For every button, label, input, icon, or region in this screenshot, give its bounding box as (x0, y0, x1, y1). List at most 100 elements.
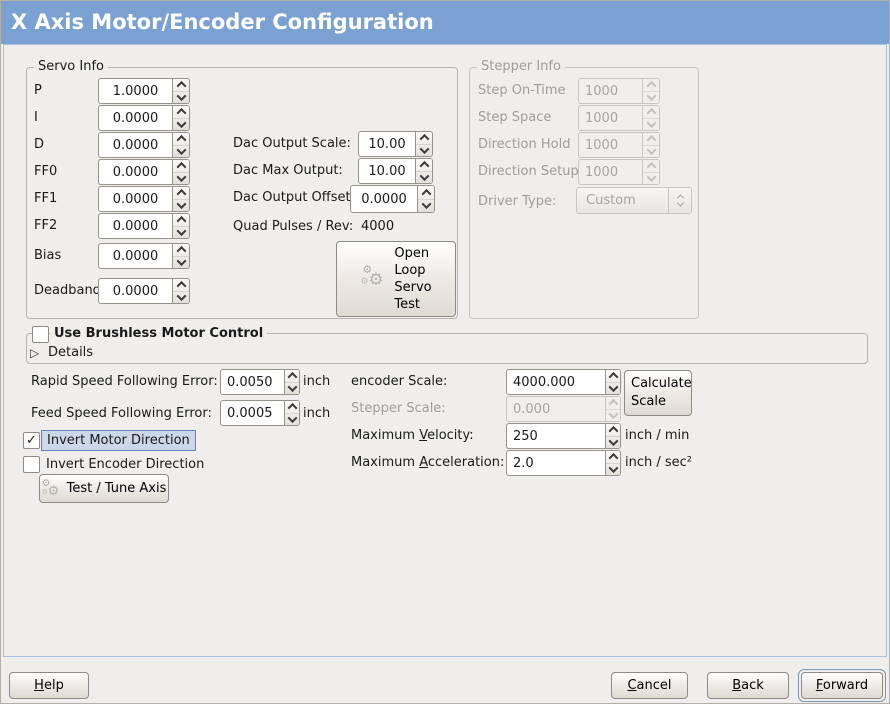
servo-info-legend: Servo Info (34, 59, 108, 75)
dac-output-scale-spinbox[interactable]: 10.00 (358, 131, 433, 157)
spin-up-icon (173, 160, 189, 173)
spin-up-icon (643, 160, 659, 173)
dac-output-offset-value[interactable]: 0.0000 (351, 186, 417, 212)
spin-down-icon (173, 200, 189, 212)
invert-motor-label[interactable]: Invert Motor Direction (41, 430, 196, 451)
feed-error-value[interactable]: 0.0005 (221, 401, 284, 425)
combo-arrows-icon (668, 188, 691, 213)
help-button[interactable]: Help (9, 672, 89, 699)
spin-up-icon (418, 186, 434, 200)
ff2-spinbox[interactable]: 0.0000 (98, 213, 190, 239)
dac-output-offset-spinbox[interactable]: 0.0000 (350, 185, 435, 213)
direction-setup-value: 1000 (579, 160, 642, 184)
encoder-scale-value[interactable]: 4000.000 (507, 370, 605, 394)
step-on-time-value: 1000 (579, 79, 642, 103)
max-velocity-label: Maximum Velocity: (351, 428, 474, 444)
step-space-value: 1000 (579, 106, 642, 130)
i-value[interactable]: 0.0000 (99, 106, 172, 130)
dac-max-output-spin-buttons[interactable] (415, 159, 432, 183)
ff1-spinbox[interactable]: 0.0000 (98, 186, 190, 212)
step-on-time-spin-buttons (642, 79, 659, 103)
quad-pulses-label: Quad Pulses / Rev: (233, 219, 353, 235)
use-brushless-label[interactable]: Use Brushless Motor Control (50, 326, 267, 342)
max-acceleration-spinbox[interactable]: 2.0 (506, 450, 621, 476)
ff2-value[interactable]: 0.0000 (99, 214, 172, 238)
p-spinbox[interactable]: 1.0000 (98, 78, 190, 104)
bias-value[interactable]: 0.0000 (99, 244, 172, 268)
max-velocity-value[interactable]: 250 (507, 424, 605, 448)
dac-max-output-value[interactable]: 10.00 (359, 159, 415, 183)
spin-down-icon (173, 92, 189, 104)
max-velocity-spin-buttons[interactable] (605, 424, 620, 448)
open-loop-servo-test-button[interactable]: ⚙ ⚙ ⚙ Open Loop Servo Test (336, 241, 456, 317)
spin-up-icon (285, 401, 299, 414)
spin-down-icon (285, 414, 299, 426)
direction-hold-spin-buttons (642, 133, 659, 157)
i-spinbox[interactable]: 0.0000 (98, 105, 190, 131)
encoder-scale-spinbox[interactable]: 4000.000 (506, 369, 621, 395)
spin-down-icon (418, 200, 434, 213)
p-spin-buttons[interactable] (172, 79, 189, 103)
deadband-spin-buttons[interactable] (172, 279, 189, 303)
test-tune-axis-button[interactable]: ⚙ ⚙ ⚙ Test / Tune Axis (39, 474, 169, 503)
dac-output-scale-spin-buttons[interactable] (415, 132, 432, 156)
rapid-error-spinbox[interactable]: 0.0050 (220, 369, 300, 395)
max-velocity-spinbox[interactable]: 250 (506, 423, 621, 449)
dac-output-offset-spin-buttons[interactable] (417, 186, 434, 212)
use-brushless-checkbox[interactable] (32, 326, 49, 343)
ff2-spin-buttons[interactable] (172, 214, 189, 238)
dac-output-scale-label: Dac Output Scale: (233, 136, 351, 152)
max-acceleration-spin-buttons[interactable] (605, 451, 620, 475)
ff0-spinbox[interactable]: 0.0000 (98, 159, 190, 185)
gears-icon: ⚙ ⚙ ⚙ (360, 264, 386, 294)
spin-up-icon (416, 159, 432, 172)
spin-down-icon (606, 410, 620, 422)
details-expander-label[interactable]: Details (48, 345, 93, 361)
d-spinbox[interactable]: 0.0000 (98, 132, 190, 158)
spin-up-icon (173, 214, 189, 227)
feed-error-spinbox[interactable]: 0.0005 (220, 400, 300, 426)
d-value[interactable]: 0.0000 (99, 133, 172, 157)
step-on-time-label: Step On-Time (478, 83, 566, 99)
cancel-button[interactable]: Cancel (611, 672, 688, 699)
spin-down-icon (173, 227, 189, 239)
ff0-spin-buttons[interactable] (172, 160, 189, 184)
rapid-error-spin-buttons[interactable] (284, 370, 299, 394)
bias-spinbox[interactable]: 0.0000 (98, 243, 190, 269)
direction-hold-spinbox: 1000 (578, 132, 660, 158)
direction-hold-label: Direction Hold (478, 137, 570, 153)
spin-up-icon (606, 370, 620, 383)
deadband-spinbox[interactable]: 0.0000 (98, 278, 190, 304)
back-button[interactable]: Back (707, 672, 789, 699)
spin-up-icon (173, 244, 189, 257)
invert-encoder-label[interactable]: Invert Encoder Direction (46, 457, 204, 473)
rapid-error-label: Rapid Speed Following Error: (31, 374, 218, 390)
max-velocity-unit: inch / min (625, 428, 689, 444)
d-spin-buttons[interactable] (172, 133, 189, 157)
invert-motor-checkbox[interactable]: ✓ (23, 432, 40, 449)
invert-encoder-checkbox[interactable] (23, 456, 40, 473)
ff0-value[interactable]: 0.0000 (99, 160, 172, 184)
encoder-scale-spin-buttons[interactable] (605, 370, 620, 394)
expander-triangle-icon[interactable]: ▷ (30, 346, 39, 360)
ff1-spin-buttons[interactable] (172, 187, 189, 211)
spin-up-icon (173, 187, 189, 200)
encoder-scale-label: encoder Scale: (351, 374, 447, 390)
stepper-scale-value: 0.000 (507, 397, 605, 421)
direction-setup-label: Direction Setup (478, 164, 579, 180)
spin-down-icon (606, 383, 620, 395)
spin-up-icon (643, 133, 659, 146)
deadband-value[interactable]: 0.0000 (99, 279, 172, 303)
i-spin-buttons[interactable] (172, 106, 189, 130)
max-acceleration-value[interactable]: 2.0 (507, 451, 605, 475)
feed-error-spin-buttons[interactable] (284, 401, 299, 425)
dac-output-scale-value[interactable]: 10.00 (359, 132, 415, 156)
bias-spin-buttons[interactable] (172, 244, 189, 268)
rapid-error-value[interactable]: 0.0050 (221, 370, 284, 394)
forward-button[interactable]: Forward (801, 672, 883, 699)
ff1-value[interactable]: 0.0000 (99, 187, 172, 211)
dac-max-output-spinbox[interactable]: 10.00 (358, 158, 433, 184)
p-value[interactable]: 1.0000 (99, 79, 172, 103)
calculate-scale-button[interactable]: Calculate Scale (624, 370, 692, 416)
step-space-spin-buttons (642, 106, 659, 130)
